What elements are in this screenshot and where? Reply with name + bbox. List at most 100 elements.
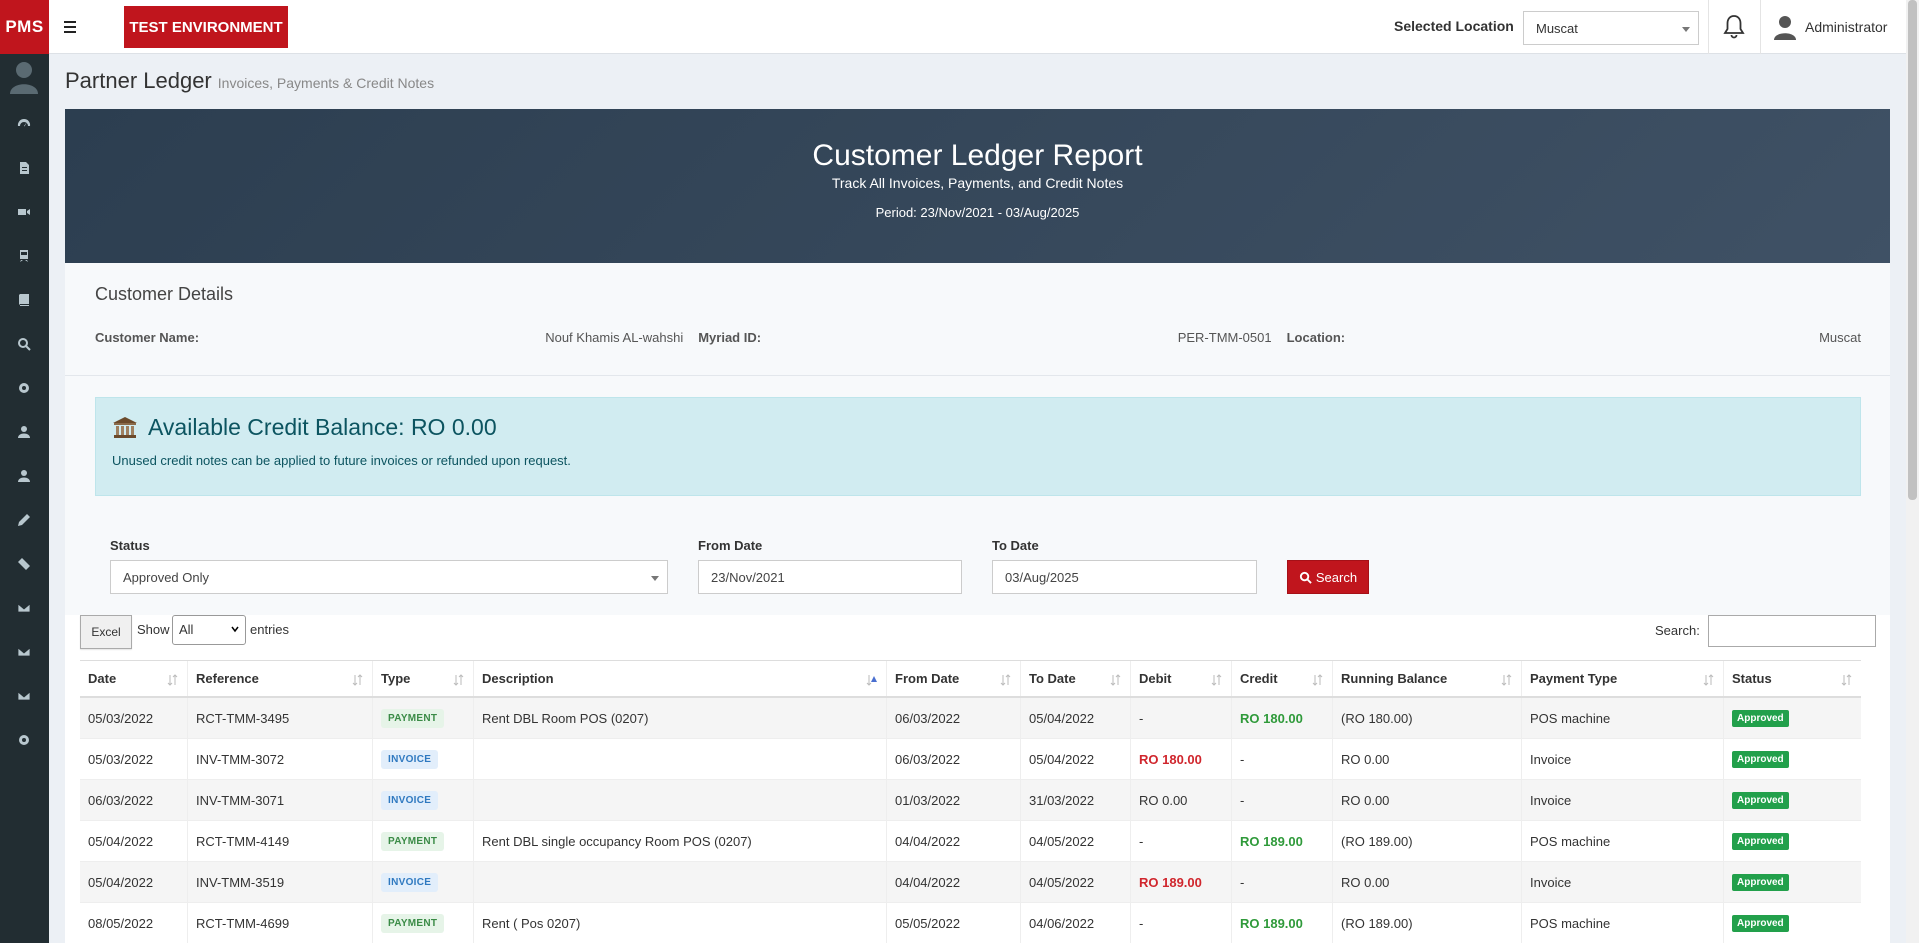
cell-description (474, 739, 887, 779)
customer-details-heading: Customer Details (95, 284, 234, 304)
user-alt-icon[interactable] (14, 466, 34, 486)
column-header-from-date[interactable]: From Date (887, 661, 1021, 696)
to-date-input[interactable]: 03/Aug/2025 (992, 560, 1257, 594)
envelope-icon[interactable] (14, 598, 34, 618)
table-row[interactable]: 08/05/2022 RCT-TMM-4699 PAYMENT Rent ( Pos … (80, 903, 1861, 943)
cell-to-date: 05/04/2022 (1021, 698, 1131, 738)
cell-description: Rent DBL Room POS (0207) (474, 698, 887, 738)
cell-date-text: 05/03/2022 (88, 751, 154, 767)
search-icon (1299, 571, 1312, 584)
show-label: Show (137, 622, 170, 637)
cell-payment-type-text: POS machine (1530, 833, 1611, 849)
divider (1708, 0, 1709, 54)
sidebar (0, 54, 49, 943)
search-button[interactable]: Search (1287, 560, 1369, 594)
table-row[interactable]: 05/04/2022 INV-TMM-3519 INVOICE 04/04/2022 0… (80, 862, 1861, 903)
user-menu[interactable]: Administrator (1773, 13, 1887, 41)
document-icon[interactable] (14, 158, 34, 178)
envelope-open-icon[interactable] (14, 686, 34, 706)
cell-from-date: 06/03/2022 (887, 698, 1021, 738)
train-icon[interactable] (14, 246, 34, 266)
page-length-select[interactable]: All (172, 615, 246, 645)
cell-status: Approved (1724, 698, 1861, 738)
column-header-status[interactable]: Status (1724, 661, 1861, 696)
table-row[interactable]: 05/03/2022 RCT-TMM-3495 PAYMENT Rent DBL Ro… (80, 698, 1861, 739)
column-header-running-balance[interactable]: Running Balance (1333, 661, 1522, 696)
cell-type: INVOICE (373, 862, 474, 902)
cell-to-date: 04/05/2022 (1021, 821, 1131, 861)
location-select[interactable]: Muscat (1523, 11, 1699, 45)
bank-icon (113, 416, 137, 438)
sort-icon (1703, 674, 1714, 686)
page-title-text: Partner Ledger (65, 68, 212, 93)
search-icon[interactable] (14, 334, 34, 354)
settings-icon[interactable] (14, 730, 34, 750)
cell-to-date-text: 05/04/2022 (1029, 710, 1095, 726)
from-date-input[interactable]: 23/Nov/2021 (698, 560, 962, 594)
cell-status: Approved (1724, 780, 1861, 820)
menu-toggle-icon[interactable] (58, 16, 82, 38)
sort-icon (453, 674, 464, 686)
table-row[interactable]: 06/03/2022 INV-TMM-3071 INVOICE 01/03/2022 3… (80, 780, 1861, 821)
page-scrollbar[interactable] (1906, 0, 1919, 943)
cell-payment-type: Invoice (1522, 780, 1724, 820)
table-search-label: Search: (1655, 623, 1700, 638)
cell-status: Approved (1724, 739, 1861, 779)
bell-icon[interactable] (1722, 14, 1746, 40)
column-header-label: Running Balance (1341, 671, 1448, 686)
cell-type: INVOICE (373, 739, 474, 779)
cell-type: PAYMENT (373, 698, 474, 738)
cell-from-date: 04/04/2022 (887, 821, 1021, 861)
cell-description: Rent DBL single occupancy Room POS (0207… (474, 821, 887, 861)
column-header-label: Type (381, 671, 411, 686)
column-header-payment-type[interactable]: Payment Type (1522, 661, 1724, 696)
brand-logo[interactable]: PMS (0, 0, 49, 54)
cell-payment-type: POS machine (1522, 821, 1724, 861)
report-subtitle: Track All Invoices, Payments, and Credit… (831, 175, 1124, 191)
column-header-debit[interactable]: Debit (1131, 661, 1232, 696)
credit-balance-text: Available Credit Balance: RO 0.00 (148, 414, 497, 440)
cell-credit-text: RO 189.00 (1240, 833, 1303, 849)
column-header-type[interactable]: Type (373, 661, 474, 696)
cell-reference: INV-TMM-3519 (188, 862, 373, 902)
cell-payment-type-text: Invoice (1530, 751, 1572, 767)
column-header-label: From Date (895, 671, 960, 686)
cell-reference-text: INV-TMM-3071 (196, 792, 285, 808)
pencil-icon[interactable] (14, 510, 34, 530)
from-date-value: 23/Nov/2021 (711, 570, 785, 585)
cell-debit: RO 180.00 (1131, 739, 1232, 779)
cell-reference-text: RCT-TMM-4149 (196, 833, 290, 849)
column-header-description[interactable]: Description (474, 661, 887, 696)
table-row[interactable]: 05/04/2022 RCT-TMM-4149 PAYMENT Rent DBL si… (80, 821, 1861, 862)
table-row[interactable]: 05/03/2022 INV-TMM-3072 INVOICE 06/03/2022 0… (80, 739, 1861, 780)
column-header-to-date[interactable]: To Date (1021, 661, 1131, 696)
gear-icon[interactable] (14, 378, 34, 398)
envelope-alt-icon[interactable] (14, 642, 34, 662)
dashboard-icon[interactable] (14, 114, 34, 134)
column-header-reference[interactable]: Reference (188, 661, 373, 696)
report-header: Customer Ledger Report Track All Invoice… (65, 109, 1890, 263)
column-header-credit[interactable]: Credit (1232, 661, 1333, 696)
excel-export-button[interactable]: Excel (80, 615, 132, 649)
user-icon[interactable] (14, 422, 34, 442)
video-icon[interactable] (14, 202, 34, 222)
cell-description (474, 780, 887, 820)
cell-debit: RO 189.00 (1131, 862, 1232, 902)
cell-credit-text: - (1240, 874, 1245, 890)
status-select-value: Approved Only (123, 570, 209, 585)
report-period: Period: 23/Nov/2021 - 03/Aug/2025 (875, 205, 1080, 220)
table-search-input[interactable] (1708, 615, 1876, 647)
cell-date-text: 05/04/2022 (88, 874, 154, 890)
cell-reference: INV-TMM-3072 (188, 739, 373, 779)
status-select[interactable]: Approved Only (110, 560, 668, 594)
column-header-date[interactable]: Date (80, 661, 188, 696)
column-header-label: Credit (1240, 671, 1278, 686)
book-icon[interactable] (14, 290, 34, 310)
customer-details-row: Customer Name: Nouf Khamis AL-wahshi Myr… (95, 330, 1861, 345)
page-scrollbar-thumb[interactable] (1908, 0, 1917, 500)
cell-reference: RCT-TMM-4699 (188, 903, 373, 943)
ticket-icon[interactable] (14, 554, 34, 574)
customer-name-value: Nouf Khamis AL-wahshi (545, 330, 684, 345)
page-title: Partner Ledger Invoices, Payments & Credi… (65, 68, 434, 94)
cell-to-date: 04/05/2022 (1021, 862, 1131, 902)
